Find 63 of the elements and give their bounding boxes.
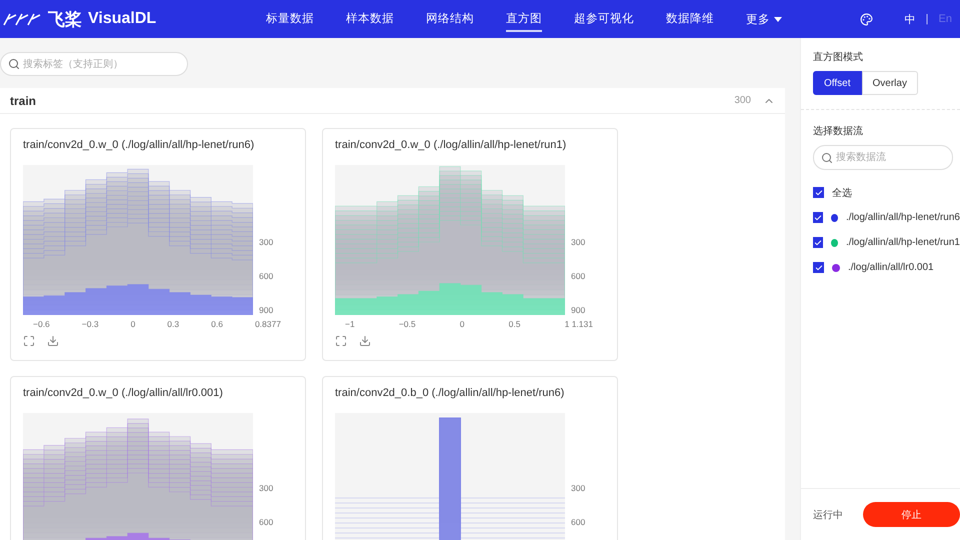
nav-tab[interactable]: 网络结构 xyxy=(426,6,474,32)
checkbox-label: ./log/allin/all/lr0.001 xyxy=(848,262,934,273)
section-label: 直方图模式 xyxy=(813,50,864,64)
axis-tick-label: 900 xyxy=(259,305,274,315)
search-icon xyxy=(8,58,20,70)
stream-search-field[interactable]: 搜索数据流 xyxy=(813,145,953,170)
download-icon[interactable] xyxy=(359,335,371,347)
axis-tick-label: 0 xyxy=(460,319,464,329)
axis-tick-label: 0.8377 xyxy=(254,319,281,329)
axis-tick-label: −0.6 xyxy=(33,319,50,329)
logo-text: 飞桨 xyxy=(48,8,82,30)
nav-tab[interactable]: 超参可视化 xyxy=(574,6,634,32)
axis-tick-label: 0.5 xyxy=(508,319,520,329)
download-icon[interactable] xyxy=(47,335,59,347)
search-icon xyxy=(821,152,833,164)
axis-tick-label: −0.3 xyxy=(82,319,99,329)
language-separator: | xyxy=(926,13,929,25)
axis-tick-label: 0.3 xyxy=(167,319,180,329)
search-field[interactable]: 搜索标签（支持正则） xyxy=(0,52,188,76)
section-label: 选择数据流 xyxy=(813,124,864,138)
checkbox[interactable] xyxy=(813,262,824,273)
axis-tick-label: 300 xyxy=(571,483,586,493)
axis-tick-label: 600 xyxy=(571,517,586,527)
language-option[interactable]: 中 xyxy=(904,12,916,26)
axis-tick-label: 600 xyxy=(571,271,586,281)
axis-tick-label: 1 1.131 xyxy=(564,319,593,329)
axis-tick-label: 0.6 xyxy=(211,319,223,329)
nav-tab[interactable]: 直方图 xyxy=(506,6,542,32)
mode-toggle[interactable]: Offset xyxy=(813,71,862,95)
axis-tick-label: 300 xyxy=(571,237,586,247)
axis-tick-label: 900 xyxy=(571,305,586,315)
fullscreen-icon[interactable] xyxy=(335,335,347,347)
checkbox-label: ./log/allin/all/hp-lenet/run6 xyxy=(846,212,960,223)
app-name: VisualDL xyxy=(88,10,156,28)
fullscreen-icon[interactable] xyxy=(23,335,35,347)
nav-tab[interactable]: 样本数据 xyxy=(346,6,394,32)
axis-tick-label: 300 xyxy=(259,483,274,493)
logo-icon xyxy=(2,11,42,27)
palette-icon[interactable] xyxy=(860,12,873,26)
axis-tick-label: 600 xyxy=(259,271,274,281)
axis-tick-label: 600 xyxy=(259,517,274,527)
more-menu[interactable]: 更多 xyxy=(746,12,782,26)
axis-tick-label: 300 xyxy=(259,237,274,247)
checkbox[interactable] xyxy=(813,212,823,223)
axis-tick-label: −1 xyxy=(345,319,355,329)
nav-tab[interactable]: 数据降维 xyxy=(666,6,714,32)
group-title: train xyxy=(10,94,36,108)
status-text: 运行中 xyxy=(813,508,843,522)
chart-title: train/conv2d_0.w_0 (./log/allin/all/hp-lenet/run6) xyxy=(23,139,256,151)
caret-icon xyxy=(774,16,782,22)
chart-title: train/conv2d_0.w_0 (./log/allin/all/lr0.001) xyxy=(23,387,224,399)
chart-title: train/conv2d_0.w_0 (./log/allin/all/hp-lenet/run1) xyxy=(335,139,568,151)
checkbox-label: ./log/allin/all/hp-lenet/run1 xyxy=(846,237,960,248)
axis-tick-label: 0 xyxy=(130,319,136,329)
checkbox[interactable] xyxy=(813,237,823,248)
group-count: 300 xyxy=(734,95,751,106)
stop-button[interactable]: 停止 xyxy=(863,502,960,527)
checkbox-label: 全选 xyxy=(832,186,852,200)
axis-tick-label: −0.5 xyxy=(398,319,416,329)
checkbox[interactable] xyxy=(813,187,824,198)
chart-title: train/conv2d_0.b_0 (./log/allin/all/hp-lenet/run6) xyxy=(335,387,566,399)
nav-tab[interactable]: 标量数据 xyxy=(266,6,314,32)
mode-toggle[interactable]: Overlay xyxy=(862,71,918,95)
